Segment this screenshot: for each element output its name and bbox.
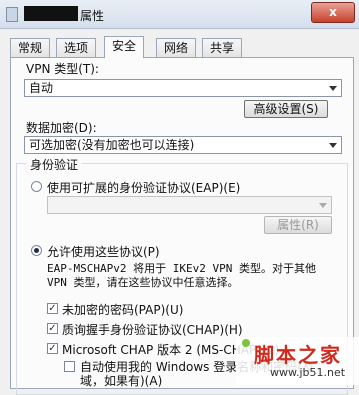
allow-protocols-radio[interactable] bbox=[31, 245, 42, 256]
tab-strip: 常规 选项 安全 网络 共享 bbox=[10, 36, 355, 58]
allow-protocols-label: 允许使用这些协议(P) bbox=[47, 245, 160, 259]
vpn-type-value: 自动 bbox=[29, 81, 54, 95]
watermark-title: 脚本之家 bbox=[254, 343, 342, 367]
advanced-settings-button[interactable]: 高级设置(S) bbox=[244, 100, 328, 118]
encryption-select[interactable]: 可选加密(没有加密也可以连接) bbox=[24, 136, 342, 154]
window-title: 属性 bbox=[80, 9, 105, 23]
mschapv2-checkbox[interactable]: ✓ bbox=[47, 343, 58, 354]
chevron-down-icon bbox=[329, 86, 337, 91]
tab-security[interactable]: 安全 bbox=[104, 36, 145, 58]
auto-windows-logon-label-line-2: 域，如果有)(A) bbox=[80, 374, 163, 388]
tab-sharing[interactable]: 共享 bbox=[202, 38, 243, 57]
chap-checkbox-label: 质询握手身份验证协议(CHAP)(H) bbox=[62, 323, 243, 337]
window-icon bbox=[6, 7, 18, 22]
vpn-type-label: VPN 类型(T): bbox=[26, 62, 99, 76]
auto-windows-logon-checkbox[interactable] bbox=[64, 361, 75, 372]
pap-checkbox[interactable]: ✓ bbox=[47, 303, 58, 314]
vpn-type-select[interactable]: 自动 bbox=[24, 79, 342, 97]
authentication-group-title: 身份验证 bbox=[26, 156, 83, 173]
chap-checkbox[interactable]: ✓ bbox=[47, 323, 58, 334]
eap-radio-label: 使用可扩展的身份验证协议(EAP)(E) bbox=[47, 181, 241, 195]
tab-general[interactable]: 常规 bbox=[10, 38, 51, 57]
pap-checkbox-label: 未加密的密码(PAP)(U) bbox=[62, 303, 184, 317]
encryption-label: 数据加密(D): bbox=[26, 121, 97, 135]
tab-options[interactable]: 选项 bbox=[56, 38, 97, 57]
chevron-down-icon bbox=[319, 203, 327, 208]
protocol-note-line-2: VPN 类型，请在这些协议中任意选择。 bbox=[47, 276, 239, 289]
tab-network[interactable]: 网络 bbox=[156, 38, 197, 57]
properties-button[interactable]: 属性(R) bbox=[264, 216, 332, 234]
encryption-value: 可选加密(没有加密也可以连接) bbox=[29, 138, 195, 152]
redacted-connection-name bbox=[24, 6, 78, 21]
watermark-url: www.jb51.net bbox=[270, 366, 346, 379]
chevron-down-icon bbox=[329, 143, 337, 148]
title-bar: 属性 x bbox=[0, 0, 359, 29]
close-button[interactable]: x bbox=[311, 2, 355, 23]
site-watermark: 脚本之家 www.jb51.net bbox=[236, 337, 359, 385]
eap-method-select[interactable] bbox=[47, 196, 332, 214]
eap-radio[interactable] bbox=[31, 181, 42, 192]
